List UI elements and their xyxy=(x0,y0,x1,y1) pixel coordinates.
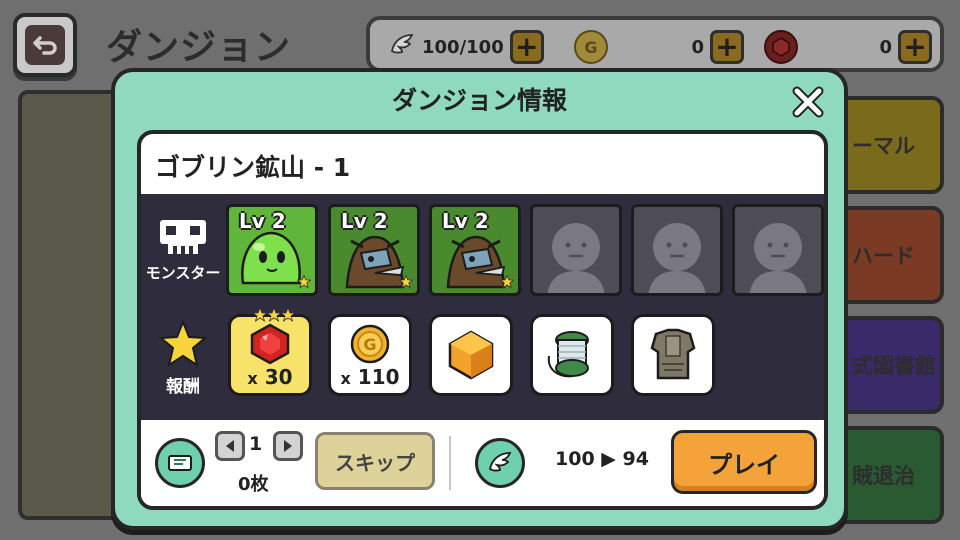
add-stamina-button[interactable]: + xyxy=(509,30,544,64)
gold-coin-icon: G xyxy=(350,324,390,364)
monster-slot[interactable]: Lv 2 xyxy=(328,204,420,296)
dungeon-name: ゴブリン鉱山 - 1 xyxy=(155,153,351,182)
amber-crystal-icon xyxy=(448,330,494,380)
ticket-stepper-value: 1 xyxy=(249,433,263,455)
gold-coin-icon: G xyxy=(574,30,608,64)
add-gold-button[interactable]: + xyxy=(710,30,744,64)
play-button[interactable]: プレイ xyxy=(671,430,817,494)
gem-counter: 0 + xyxy=(764,30,932,64)
stamina-counter: 100/100 + xyxy=(388,30,544,64)
monster-level: Lv 2 xyxy=(341,209,388,233)
reward-item[interactable]: G x 110 xyxy=(328,314,412,396)
thread-spool-icon xyxy=(547,331,589,378)
modal-title: ダンジョン情報 xyxy=(391,86,567,115)
placeholder-avatar-icon xyxy=(749,223,807,293)
monsters-row-label: モンスター xyxy=(143,218,223,283)
stamina-value: 100/100 xyxy=(422,36,504,58)
screen-title: ダンジョン xyxy=(106,27,292,68)
reward-item[interactable] xyxy=(631,314,715,396)
monster-slot[interactable]: Lv 2 xyxy=(226,204,318,296)
currency-bar: 100/100 + G 0 + 0 + xyxy=(366,16,944,72)
library-mode-label: 式図書館 xyxy=(852,354,936,378)
svg-text:G: G xyxy=(363,335,376,354)
details-band: モンスター Lv 2 Lv 2 Lv 2 報酬 x 30 G x 110 xyxy=(141,194,824,420)
action-bar: 1 0枚 スキップ 100 ▶ 94 プレイ xyxy=(141,420,824,506)
gold-value: 0 xyxy=(691,36,704,58)
normal-mode-label: ーマル xyxy=(852,134,915,158)
wing-icon xyxy=(388,31,416,64)
star-icon xyxy=(500,275,514,289)
monsters-label: モンスター xyxy=(145,264,221,282)
close-icon xyxy=(792,86,824,118)
ruby-gem-icon xyxy=(250,323,290,365)
chevron-left-icon xyxy=(226,440,234,452)
placeholder-avatar-icon xyxy=(648,223,706,293)
rewards-row-label: 報酬 xyxy=(143,319,223,397)
return-arrow-icon xyxy=(25,25,65,65)
ticket-count: 0枚 xyxy=(238,474,269,495)
empty-monster-slot xyxy=(530,204,622,296)
ticket-decrease-button[interactable] xyxy=(215,431,245,461)
reward-item[interactable] xyxy=(429,314,513,396)
ticket-increase-button[interactable] xyxy=(273,431,303,461)
dungeon-info-card: ゴブリン鉱山 - 1 モンスター Lv 2 Lv 2 Lv 2 報酬 x 30 … xyxy=(137,130,828,510)
stamina-cost: 100 ▶ 94 xyxy=(555,448,649,470)
placeholder-avatar-icon xyxy=(547,223,605,293)
three-stars-icon xyxy=(251,306,297,322)
wing-icon xyxy=(475,438,525,488)
reward-quantity: x 30 xyxy=(247,365,293,389)
divider xyxy=(449,436,451,490)
chevron-right-icon xyxy=(284,440,292,452)
bandit-mode-label: 賊退治 xyxy=(852,464,915,488)
skip-button[interactable]: スキップ xyxy=(315,432,435,490)
monster-level: Lv 2 xyxy=(239,209,286,233)
reward-stars xyxy=(251,306,297,326)
skip-ticket-icon xyxy=(155,438,205,488)
back-button[interactable] xyxy=(13,13,77,77)
gem-value: 0 xyxy=(879,36,892,58)
empty-monster-slot xyxy=(631,204,723,296)
monster-level: Lv 2 xyxy=(442,209,489,233)
star-icon xyxy=(297,275,311,289)
gold-counter: G 0 + xyxy=(574,30,744,64)
dungeon-info-modal: ダンジョン情報 ゴブリン鉱山 - 1 モンスター Lv 2 Lv 2 Lv 2 … xyxy=(111,68,848,530)
empty-monster-slot xyxy=(732,204,824,296)
star-icon xyxy=(158,319,208,368)
reward-item[interactable]: x 30 xyxy=(228,306,312,396)
close-button[interactable] xyxy=(788,82,828,122)
reward-quantity: x 110 xyxy=(340,365,400,389)
ruby-gem-icon xyxy=(764,30,798,64)
star-icon xyxy=(399,275,413,289)
rewards-label: 報酬 xyxy=(166,377,200,397)
skull-icon xyxy=(160,220,206,254)
stone-armor-icon xyxy=(650,328,696,380)
hard-mode-label: ハード xyxy=(852,244,915,268)
add-gem-button[interactable]: + xyxy=(898,30,932,64)
reward-item[interactable] xyxy=(530,314,614,396)
monster-slot[interactable]: Lv 2 xyxy=(429,204,521,296)
